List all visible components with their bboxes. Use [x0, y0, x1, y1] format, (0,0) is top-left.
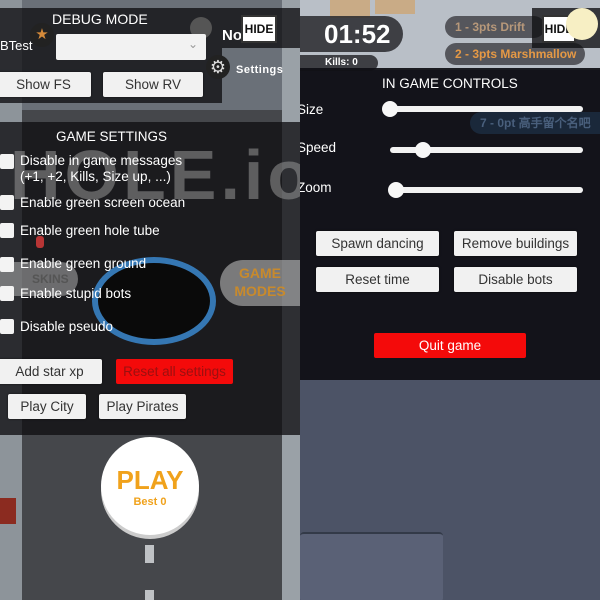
building	[375, 0, 415, 14]
game-modes-line2: MODES	[234, 283, 286, 299]
checkbox-green-ground[interactable]	[0, 257, 14, 272]
best-score: Best 0	[133, 496, 167, 508]
leaderboard-entry: 1 - 3pts Drift	[445, 16, 545, 38]
size-slider[interactable]	[382, 101, 583, 117]
option-label: Enable green screen ocean	[20, 195, 186, 210]
zoom-label: Zoom	[300, 180, 332, 195]
option-label: Enable green hole tube	[20, 223, 160, 238]
debug-dropdown[interactable]: ⌄	[56, 34, 206, 60]
chevron-down-icon: ⌄	[187, 37, 198, 51]
game-settings-title: GAME SETTINGS	[56, 129, 168, 144]
debug-screen-right: 01:52 Kills: 0 1 - 3pts Drift 2 - 3pts M…	[300, 0, 600, 600]
game-modes-button[interactable]: GAME MODES	[220, 260, 300, 306]
gear-icon[interactable]: ⚙	[206, 55, 230, 79]
option-label: Disable in game messages (+1, +2, Kills,…	[20, 153, 182, 185]
spawn-dancing-button[interactable]: Spawn dancing	[316, 231, 439, 256]
speed-label: Speed	[300, 140, 337, 155]
hide-button[interactable]: HIDE	[241, 15, 277, 43]
play-city-button[interactable]: Play City	[8, 394, 86, 419]
reset-time-button[interactable]: Reset time	[316, 267, 439, 292]
player-avatar-icon	[566, 8, 598, 40]
slider-handle[interactable]	[382, 101, 398, 117]
in-game-controls-title: IN GAME CONTROLS	[382, 76, 518, 91]
play-button[interactable]: PLAY Best 0	[101, 437, 199, 535]
play-pirates-button[interactable]: Play Pirates	[99, 394, 186, 419]
zoom-slider[interactable]	[387, 182, 583, 198]
option-label: Enable stupid bots	[20, 286, 132, 301]
option-subtext: (+1, +2, Kills, Size up, ...)	[20, 169, 171, 184]
star-icon: ★	[30, 23, 54, 47]
debug-screen-left: No ★ DEBUG MODE BTest ⌄ HIDE ⚙ Settings …	[0, 0, 300, 600]
game-timer: 01:52	[300, 16, 403, 52]
lane-marking	[145, 545, 154, 563]
checkbox-stupid-bots[interactable]	[0, 286, 14, 301]
option-label: Disable pseudo	[20, 319, 114, 334]
play-label: PLAY	[116, 465, 184, 495]
show-rv-button[interactable]: Show RV	[103, 72, 203, 97]
checkbox-disable-pseudo[interactable]	[0, 319, 14, 334]
brick-building	[0, 498, 16, 524]
option-text: Disable in game messages	[20, 153, 183, 168]
settings-label[interactable]: Settings	[236, 64, 283, 76]
size-label: Size	[300, 102, 324, 117]
remove-buildings-button[interactable]: Remove buildings	[454, 231, 577, 256]
reset-all-settings-button[interactable]: Reset all settings	[116, 359, 233, 384]
show-fs-button[interactable]: Show FS	[0, 72, 91, 97]
building-block	[300, 532, 443, 600]
checkbox-green-hole-tube[interactable]	[0, 223, 14, 238]
slider-handle[interactable]	[414, 142, 431, 158]
quit-game-button[interactable]: Quit game	[374, 333, 526, 358]
disable-bots-button[interactable]: Disable bots	[454, 267, 577, 292]
debug-mode-title: DEBUG MODE	[52, 11, 148, 27]
slider-handle[interactable]	[387, 182, 404, 198]
game-modes-line1: GAME	[239, 265, 281, 281]
leaderboard-entry: 7 - 0pt 高手留个名吧	[470, 112, 600, 134]
ab-test-label: BTest	[0, 38, 33, 53]
checkbox-green-ocean[interactable]	[0, 195, 14, 210]
option-label: Enable green ground	[20, 256, 147, 271]
lane-marking	[145, 590, 154, 600]
speed-slider[interactable]	[390, 142, 583, 158]
no-label: No	[222, 27, 242, 44]
checkbox-disable-messages[interactable]	[0, 154, 14, 169]
add-star-xp-button[interactable]: Add star xp	[0, 359, 102, 384]
